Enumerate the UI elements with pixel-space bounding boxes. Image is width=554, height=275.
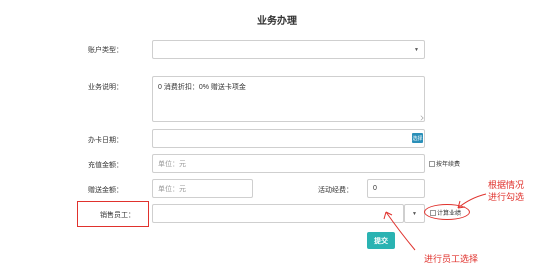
staff-select-annotation: 进行员工选择	[424, 254, 479, 264]
arrow-to-checkbox	[457, 193, 487, 209]
check-annotation-line2: 进行勾选	[488, 192, 525, 202]
annotation-arrows	[383, 193, 487, 251]
arrow-to-staff-select	[385, 211, 416, 251]
